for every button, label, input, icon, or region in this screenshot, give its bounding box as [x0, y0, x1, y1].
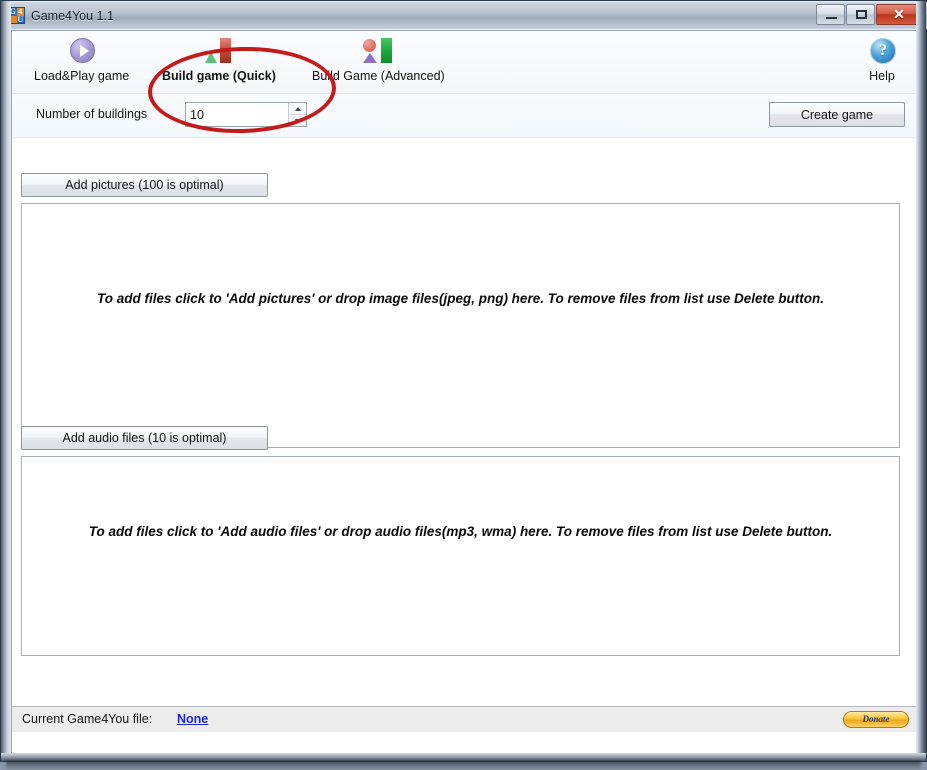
audio-dropzone-hint: To add files click to 'Add audio files' …	[88, 524, 833, 539]
donate-button[interactable]: Donate	[843, 711, 909, 728]
window-title: Game4You 1.1	[31, 8, 114, 23]
application-window: G 4 U Game4You 1.1 ✕ Load&Play game Buil…	[0, 0, 927, 762]
number-of-buildings-stepper[interactable]	[185, 102, 307, 127]
donate-label: Donate	[862, 714, 890, 724]
window-drop-shadow	[6, 761, 921, 770]
toolbar-item-load-play[interactable]: Load&Play game	[34, 36, 129, 83]
toolbar-item-help[interactable]: ? Help	[859, 36, 905, 83]
play-circle-icon	[59, 36, 105, 68]
icon-letter-u: U	[16, 14, 24, 24]
stepper-buttons[interactable]	[288, 103, 306, 126]
minimize-button[interactable]	[816, 4, 845, 25]
window-frame-left	[1, 1, 11, 761]
client-area: Load&Play game Build game (Quick) Build …	[11, 30, 918, 754]
add-audio-files-button[interactable]: Add audio files (10 is optimal)	[21, 426, 268, 450]
toolbar-item-build-advanced[interactable]: Build Game (Advanced)	[312, 36, 445, 83]
maximize-icon	[856, 10, 867, 19]
add-pictures-button[interactable]: Add pictures (100 is optimal)	[21, 173, 268, 197]
current-file-label: Current Game4You file:	[22, 712, 153, 726]
stepper-down-icon[interactable]	[289, 114, 306, 126]
minimize-icon	[826, 17, 837, 19]
stepper-up-icon[interactable]	[289, 103, 306, 114]
advanced-build-icon	[355, 36, 401, 68]
quick-build-icon	[196, 36, 242, 68]
help-question-icon: ?	[859, 36, 905, 68]
toolbar-item-build-quick[interactable]: Build game (Quick)	[162, 36, 276, 83]
window-frame-bottom	[1, 753, 926, 761]
number-of-buildings-label: Number of buildings	[36, 107, 148, 121]
window-frame-right	[916, 1, 926, 761]
maximize-button[interactable]	[846, 4, 875, 25]
close-icon: ✕	[893, 6, 905, 22]
toolbar-label-build-quick: Build game (Quick)	[162, 69, 276, 83]
settings-row: Number of buildings Create game	[12, 94, 917, 138]
toolbar-label-help: Help	[869, 69, 895, 83]
create-game-button[interactable]: Create game	[769, 102, 905, 127]
main-panel: Add pictures (100 is optimal) To add fil…	[12, 138, 917, 732]
current-file-link[interactable]: None	[177, 712, 208, 726]
number-of-buildings-input[interactable]	[186, 103, 288, 126]
pictures-dropzone-hint: To add files click to 'Add pictures' or …	[96, 291, 825, 306]
toolbar-label-load-play: Load&Play game	[34, 69, 130, 83]
pictures-dropzone[interactable]: To add files click to 'Add pictures' or …	[21, 203, 900, 448]
window-controls: ✕	[815, 4, 922, 25]
audio-dropzone[interactable]: To add files click to 'Add audio files' …	[21, 456, 900, 656]
main-toolbar: Load&Play game Build game (Quick) Build …	[12, 31, 917, 136]
title-bar: G 4 U Game4You 1.1 ✕	[2, 2, 927, 29]
app-screenshot: G 4 U Game4You 1.1 ✕ Load&Play game Buil…	[0, 0, 927, 770]
status-bar: Current Game4You file: None Donate	[12, 706, 917, 732]
toolbar-label-build-advanced: Build Game (Advanced)	[312, 69, 445, 83]
